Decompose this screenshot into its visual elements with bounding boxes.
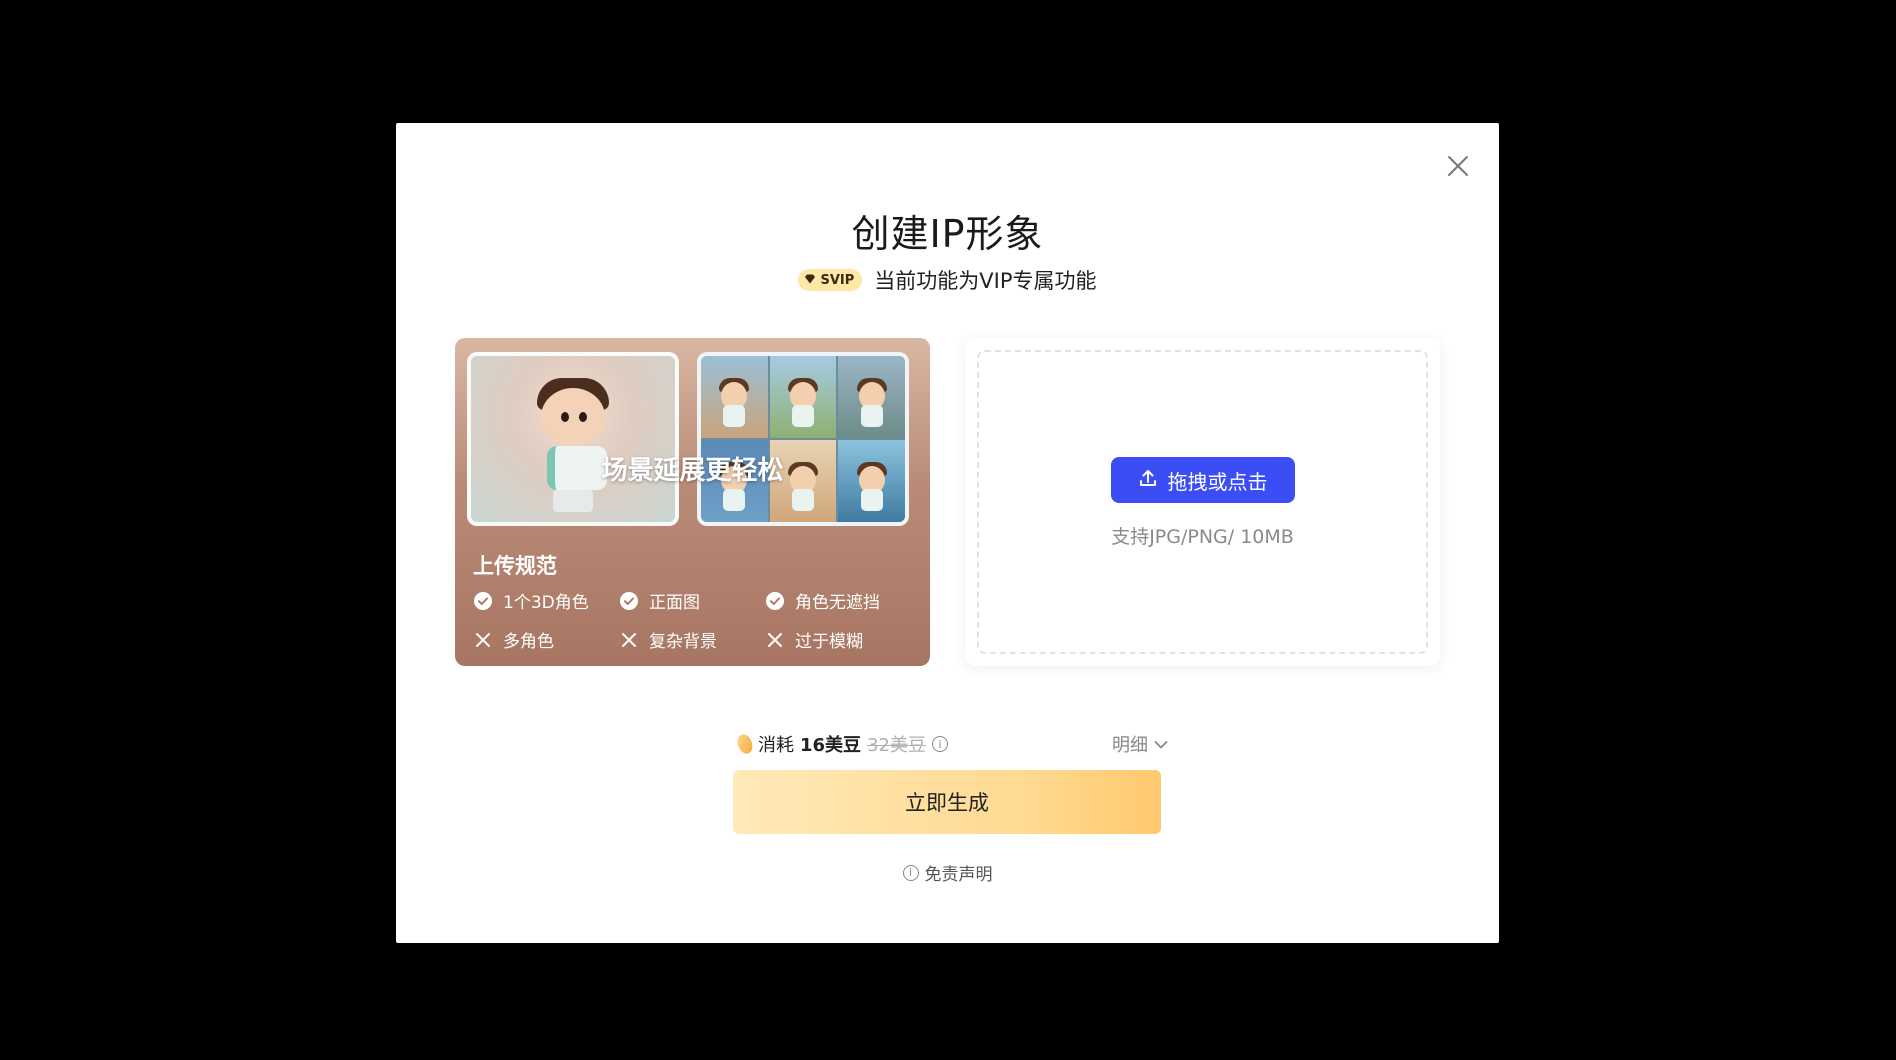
upload-format-hint: 支持JPG/PNG/ 10MB [1111, 526, 1294, 548]
disclaimer-label: 免责声明 [924, 865, 993, 885]
example-output-tile [701, 356, 768, 438]
example-overlay-text: 场景延展更轻松 [601, 456, 784, 486]
rule-item: 过于模糊 [765, 627, 911, 652]
cost-original: 32美豆 [867, 735, 926, 756]
cross-icon [619, 630, 639, 650]
vip-notice-text: 当前功能为VIP专属功能 [874, 269, 1097, 293]
rule-label: 多角色 [503, 632, 554, 652]
check-circle-icon [765, 591, 785, 611]
upload-rules: 1个3D角色 正面图 角色无遮挡 多角色 复杂背景 过于模糊 [473, 588, 913, 652]
detail-dropdown[interactable]: 明细 [1112, 731, 1168, 757]
character-illustration [531, 378, 615, 518]
rule-item: 多角色 [473, 627, 619, 652]
upload-rules-title: 上传规范 [473, 554, 557, 578]
example-output-grid [697, 352, 909, 526]
upload-button-label: 拖拽或点击 [1167, 469, 1268, 494]
disclaimer-link[interactable]: i 免责声明 [396, 860, 1499, 885]
rule-item: 角色无遮挡 [765, 588, 911, 613]
cost-prefix: 消耗 [758, 735, 794, 756]
upload-icon [1138, 468, 1158, 493]
upload-button[interactable]: 拖拽或点击 [1110, 457, 1295, 503]
chevron-down-icon [1154, 734, 1168, 755]
rule-label: 过于模糊 [795, 632, 863, 652]
rule-item: 复杂背景 [619, 627, 765, 652]
vip-notice: SVIP 当前功能为VIP专属功能 [396, 265, 1499, 295]
rule-label: 复杂背景 [649, 632, 717, 652]
generate-button[interactable]: 立即生成 [733, 770, 1161, 834]
diamond-icon [804, 273, 816, 288]
cross-icon [473, 630, 493, 650]
close-icon[interactable] [1445, 153, 1471, 179]
rule-item: 1个3D角色 [473, 588, 619, 613]
example-output-tile [838, 356, 905, 438]
detail-label: 明细 [1112, 735, 1148, 756]
rule-label: 正面图 [649, 593, 700, 613]
cost-row: 消耗 16美豆 32美豆 i 明细 [735, 731, 1168, 759]
example-card: 场景延展更轻松 上传规范 1个3D角色 正面图 角色无遮挡 多角色 复杂背景 过… [455, 338, 930, 666]
example-input-image [467, 352, 679, 526]
upload-card: 拖拽或点击 支持JPG/PNG/ 10MB [965, 338, 1440, 666]
create-ip-modal: 创建IP形象 SVIP 当前功能为VIP专属功能 场景延展更轻松 上传规范 1个… [396, 123, 1499, 943]
bean-icon [735, 732, 755, 756]
cost-summary: 消耗 16美豆 32美豆 i [735, 731, 948, 757]
svip-badge-label: SVIP [820, 272, 855, 288]
cost-amount: 16美豆 [800, 735, 862, 756]
check-circle-icon [473, 591, 493, 611]
info-icon[interactable]: i [931, 736, 948, 752]
cross-icon [765, 630, 785, 650]
rule-label: 角色无遮挡 [795, 593, 880, 613]
rule-item: 正面图 [619, 588, 765, 613]
example-output-tile [769, 356, 837, 438]
rule-label: 1个3D角色 [503, 593, 589, 613]
upload-dropzone[interactable]: 拖拽或点击 支持JPG/PNG/ 10MB [977, 350, 1428, 654]
check-circle-icon [619, 591, 639, 611]
info-icon: i [902, 864, 919, 881]
svip-badge: SVIP [798, 269, 863, 291]
modal-title: 创建IP形象 [851, 212, 1044, 256]
